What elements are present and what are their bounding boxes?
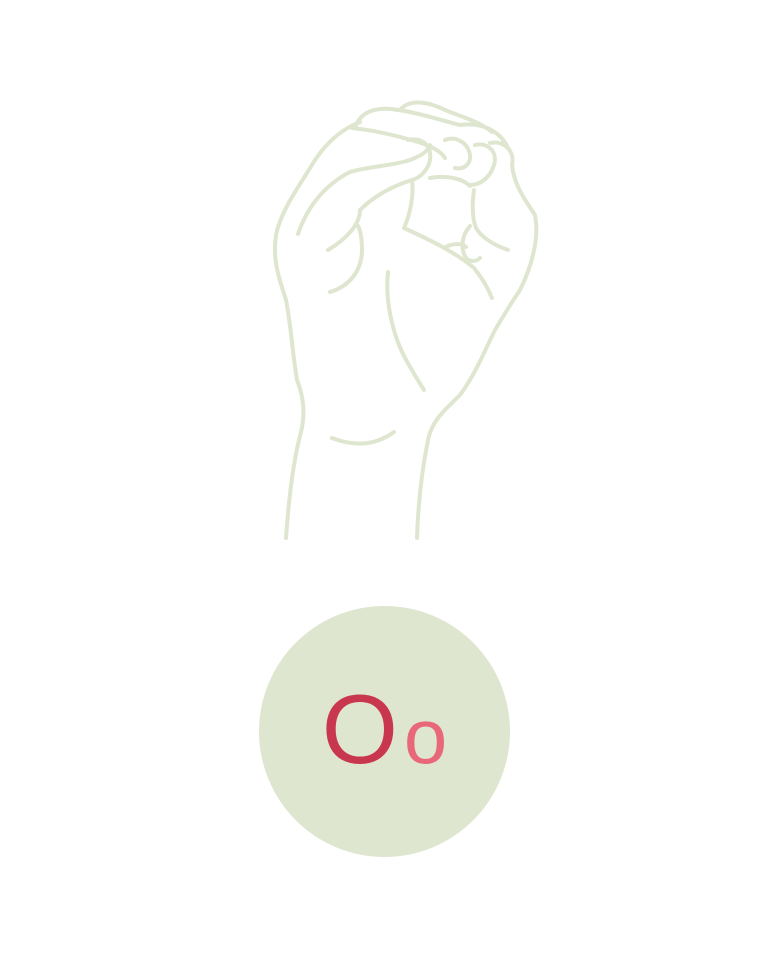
- hand-sign-letter-o-icon: [272, 100, 539, 540]
- uppercase-letter: O: [321, 673, 398, 784]
- hand-outline: [272, 100, 539, 540]
- letter-badge: O o: [259, 606, 510, 857]
- lowercase-letter: o: [403, 691, 448, 780]
- letter-pair: O o: [322, 680, 448, 778]
- hand-sign-illustration: [0, 0, 768, 560]
